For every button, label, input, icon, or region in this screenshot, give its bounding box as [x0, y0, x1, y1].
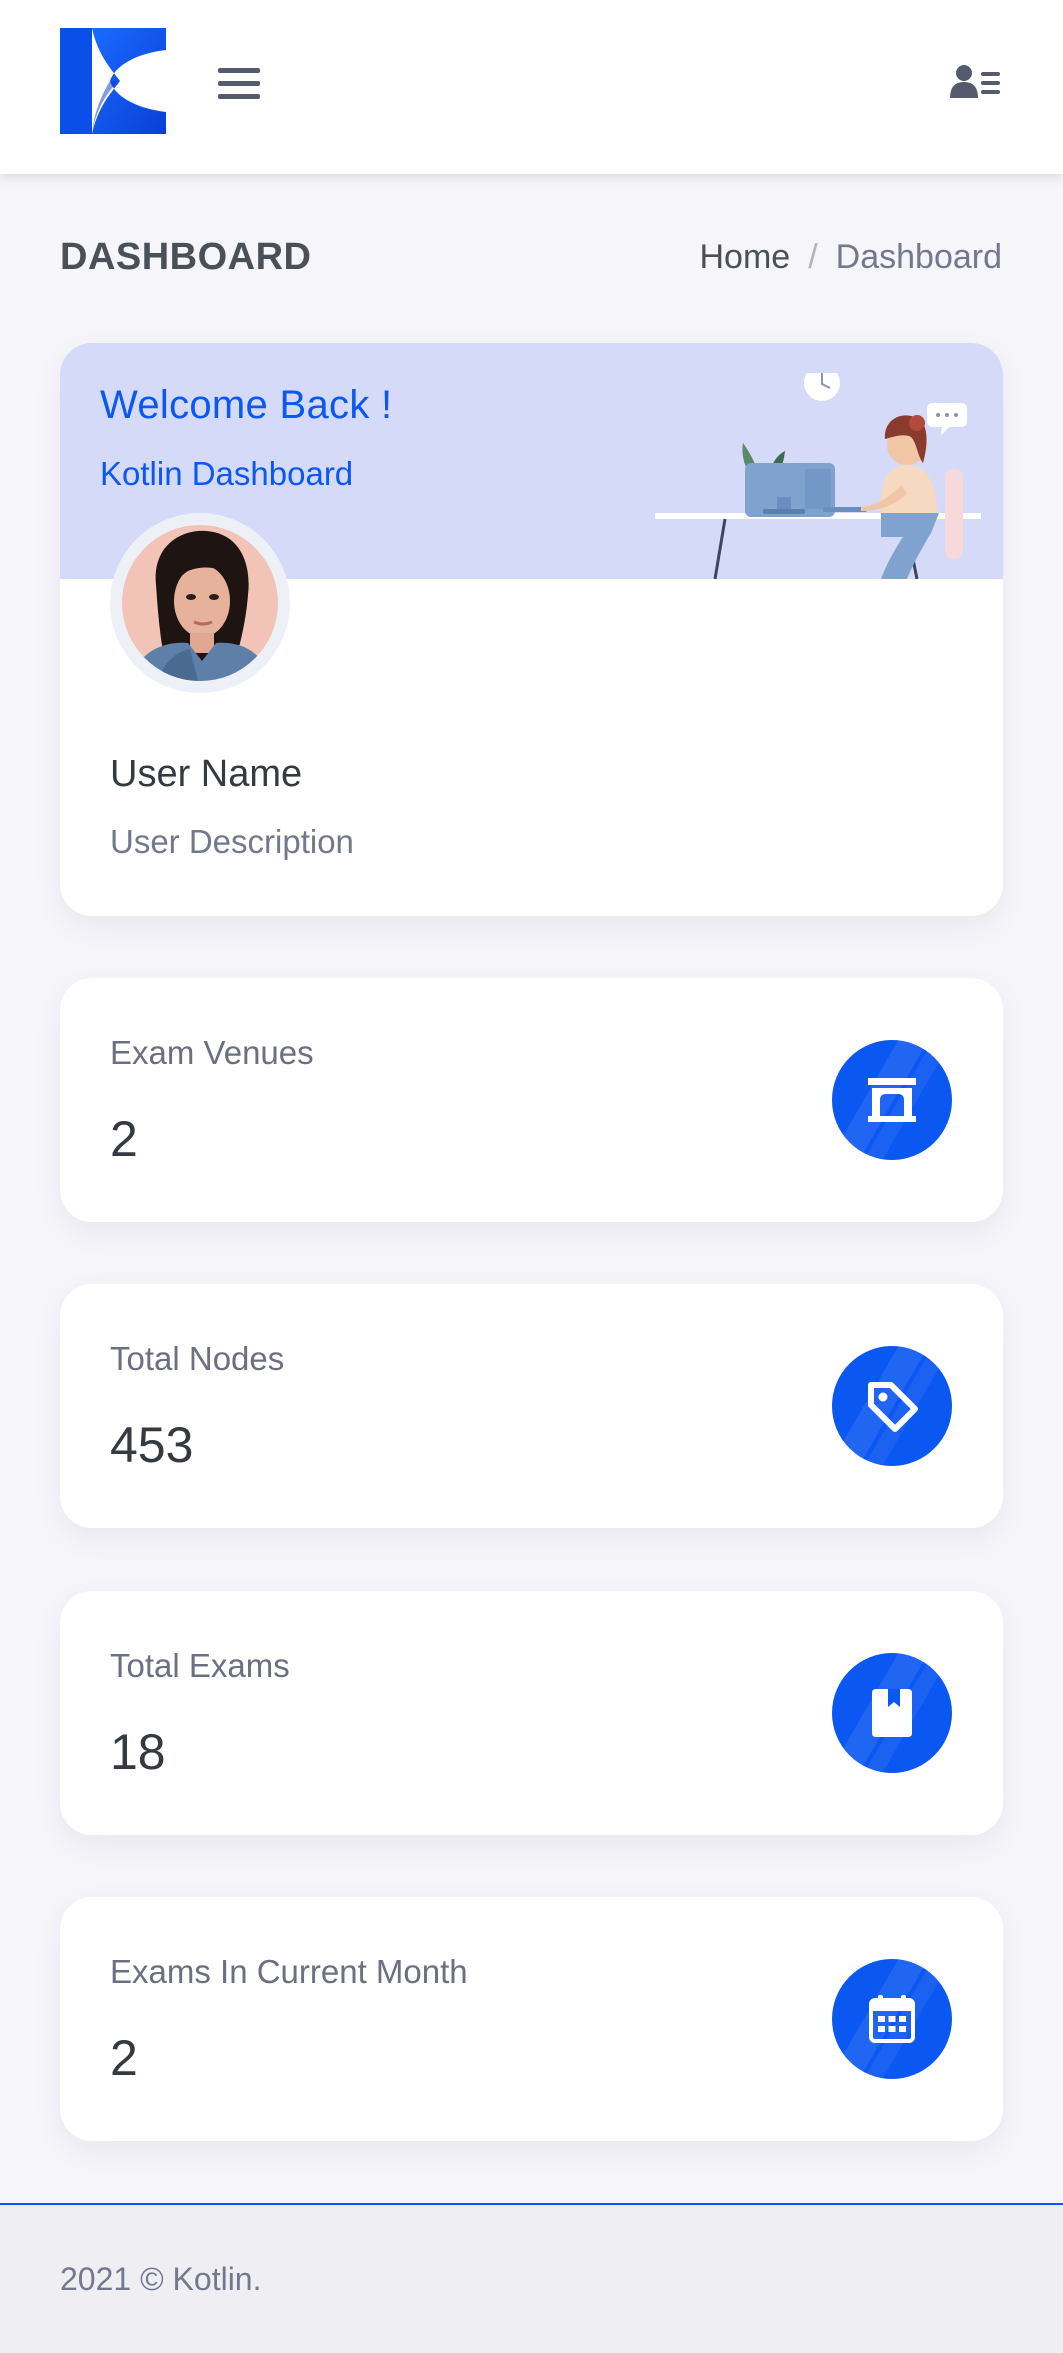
archway-icon — [832, 1040, 952, 1160]
user-description: User Description — [110, 823, 354, 860]
stat-value: 2 — [110, 1111, 138, 1167]
stat-card-total-exams[interactable]: Total Exams 18 — [60, 1591, 1003, 1835]
breadcrumb: Home / Dashboard — [700, 238, 1003, 277]
footer-copyright: 2021 © Kotlin. — [60, 2261, 262, 2297]
woman-at-desk-illustration — [655, 365, 995, 580]
stat-value: 2 — [110, 2030, 138, 2086]
stat-label: Total Nodes — [110, 1340, 285, 1377]
tag-icon — [832, 1346, 952, 1466]
calendar-icon — [832, 1959, 952, 2079]
stat-card-exam-venues[interactable]: Exam Venues 2 — [60, 978, 1003, 1222]
kotlin-logo-icon[interactable] — [60, 28, 166, 134]
topbar — [0, 0, 1063, 174]
stat-value: 18 — [110, 1724, 166, 1780]
breadcrumb-home-link[interactable]: Home — [700, 238, 791, 277]
breadcrumb-current: Dashboard — [835, 238, 1002, 276]
welcome-subtitle: Kotlin Dashboard — [100, 455, 354, 492]
stat-card-exams-current-month[interactable]: Exams In Current Month 2 — [60, 1897, 1003, 2141]
footer: 2021 © Kotlin. — [0, 2203, 1063, 2353]
stat-label: Exams In Current Month — [110, 1953, 468, 1990]
page-title: DASHBOARD — [60, 236, 312, 278]
stat-label: Exam Venues — [110, 1034, 314, 1071]
user-avatar — [110, 513, 290, 693]
welcome-title: Welcome Back ! — [100, 383, 393, 427]
welcome-card: Welcome Back ! Kotlin Dashboard User Nam… — [60, 343, 1003, 916]
stat-value: 453 — [110, 1417, 194, 1473]
breadcrumb-separator: / — [808, 238, 818, 276]
user-name: User Name — [110, 753, 303, 795]
stat-label: Total Exams — [110, 1647, 290, 1684]
user-list-icon[interactable] — [950, 64, 1002, 100]
stat-card-total-nodes[interactable]: Total Nodes 453 — [60, 1284, 1003, 1528]
hamburger-menu-icon[interactable] — [218, 68, 260, 104]
book-icon — [832, 1653, 952, 1773]
